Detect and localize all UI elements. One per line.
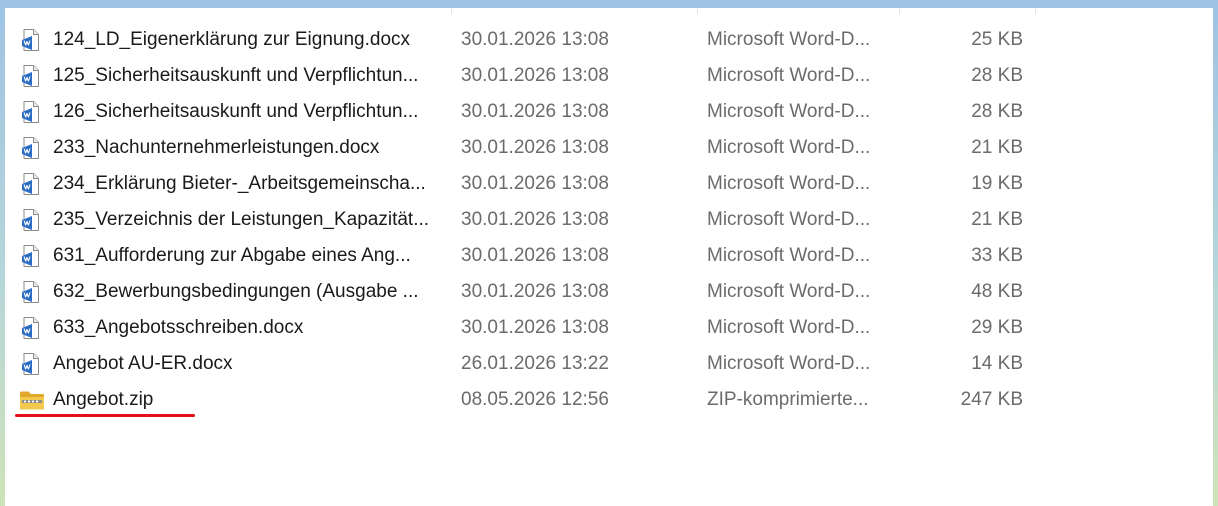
- word-document-icon: [19, 352, 43, 376]
- file-date: 30.01.2026 13:08: [461, 281, 609, 302]
- file-type: Microsoft Word-D...: [707, 281, 871, 302]
- file-date: 30.01.2026 13:08: [461, 245, 609, 266]
- file-name: 235_Verzeichnis der Leistungen_Kapazität…: [53, 209, 430, 230]
- file-size: 28 KB: [971, 101, 1023, 122]
- file-type: Microsoft Word-D...: [707, 173, 871, 194]
- file-name: 124_LD_Eigenerklärung zur Eignung.docx: [53, 29, 411, 50]
- red-highlight-underline: [15, 414, 195, 417]
- zip-folder-icon: [19, 388, 44, 412]
- file-size: 19 KB: [971, 173, 1023, 194]
- file-explorer-window: 124_LD_Eigenerklärung zur Eignung.docx 3…: [5, 8, 1213, 506]
- file-date: 08.05.2026 12:56: [461, 389, 609, 410]
- column-separator-name[interactable]: [451, 8, 452, 14]
- file-date: 26.01.2026 13:22: [461, 353, 609, 374]
- file-type: Microsoft Word-D...: [707, 65, 871, 86]
- file-row[interactable]: 235_Verzeichnis der Leistungen_Kapazität…: [5, 202, 1213, 238]
- file-name: 126_Sicherheitsauskunft und Verpflichtun…: [53, 101, 419, 122]
- column-separator-type[interactable]: [899, 8, 900, 14]
- file-name: 125_Sicherheitsauskunft und Verpflichtun…: [53, 65, 419, 86]
- file-date: 30.01.2026 13:08: [461, 173, 609, 194]
- file-name: 633_Angebotsschreiben.docx: [53, 317, 304, 338]
- file-date: 30.01.2026 13:08: [461, 137, 609, 158]
- word-document-icon: [19, 316, 43, 340]
- file-size: 28 KB: [971, 65, 1023, 86]
- file-row[interactable]: 125_Sicherheitsauskunft und Verpflichtun…: [5, 58, 1213, 94]
- word-document-icon: [19, 244, 43, 268]
- file-size: 14 KB: [971, 353, 1023, 374]
- word-document-icon: [19, 136, 43, 160]
- word-document-icon: [19, 100, 43, 124]
- file-type: Microsoft Word-D...: [707, 209, 871, 230]
- file-date: 30.01.2026 13:08: [461, 209, 609, 230]
- file-row[interactable]: 631_Aufforderung zur Abgabe eines Ang...…: [5, 238, 1213, 274]
- file-size: 33 KB: [971, 245, 1023, 266]
- file-type: Microsoft Word-D...: [707, 101, 871, 122]
- file-name: 233_Nachunternehmerleistungen.docx: [53, 137, 380, 158]
- file-type: Microsoft Word-D...: [707, 317, 871, 338]
- file-row[interactable]: 234_Erklärung Bieter-_Arbeitsgemeinscha.…: [5, 166, 1213, 202]
- file-size: 29 KB: [971, 317, 1023, 338]
- file-row[interactable]: 124_LD_Eigenerklärung zur Eignung.docx 3…: [5, 22, 1213, 58]
- file-date: 30.01.2026 13:08: [461, 65, 609, 86]
- file-name: 234_Erklärung Bieter-_Arbeitsgemeinscha.…: [53, 173, 426, 194]
- word-document-icon: [19, 64, 43, 88]
- file-list: 124_LD_Eigenerklärung zur Eignung.docx 3…: [5, 22, 1213, 418]
- file-row[interactable]: 633_Angebotsschreiben.docx 30.01.2026 13…: [5, 310, 1213, 346]
- file-row[interactable]: 126_Sicherheitsauskunft und Verpflichtun…: [5, 94, 1213, 130]
- file-date: 30.01.2026 13:08: [461, 29, 609, 50]
- file-row[interactable]: 632_Bewerbungsbedingungen (Ausgabe ... 3…: [5, 274, 1213, 310]
- file-name: 631_Aufforderung zur Abgabe eines Ang...: [53, 245, 411, 266]
- word-document-icon: [19, 208, 43, 232]
- word-document-icon: [19, 280, 43, 304]
- file-size: 247 KB: [960, 389, 1023, 410]
- file-name: 632_Bewerbungsbedingungen (Ausgabe ...: [53, 281, 419, 302]
- file-type: ZIP-komprimierte...: [707, 389, 869, 410]
- file-type: Microsoft Word-D...: [707, 137, 871, 158]
- file-size: 21 KB: [971, 209, 1023, 230]
- file-size: 48 KB: [971, 281, 1023, 302]
- file-type: Microsoft Word-D...: [707, 29, 871, 50]
- word-document-icon: [19, 28, 43, 52]
- file-name: Angebot.zip: [53, 389, 154, 410]
- file-type: Microsoft Word-D...: [707, 353, 871, 374]
- file-name: Angebot AU-ER.docx: [53, 353, 233, 374]
- file-date: 30.01.2026 13:08: [461, 101, 609, 122]
- file-size: 25 KB: [971, 29, 1023, 50]
- file-row[interactable]: Angebot AU-ER.docx 26.01.2026 13:22 Micr…: [5, 346, 1213, 382]
- file-date: 30.01.2026 13:08: [461, 317, 609, 338]
- column-separator-size[interactable]: [1035, 8, 1036, 14]
- file-row[interactable]: 233_Nachunternehmerleistungen.docx 30.01…: [5, 130, 1213, 166]
- file-type: Microsoft Word-D...: [707, 245, 871, 266]
- word-document-icon: [19, 172, 43, 196]
- column-separator-date[interactable]: [697, 8, 698, 14]
- file-size: 21 KB: [971, 137, 1023, 158]
- file-row-highlighted[interactable]: Angebot.zip 08.05.2026 12:56 ZIP-komprim…: [5, 382, 1213, 418]
